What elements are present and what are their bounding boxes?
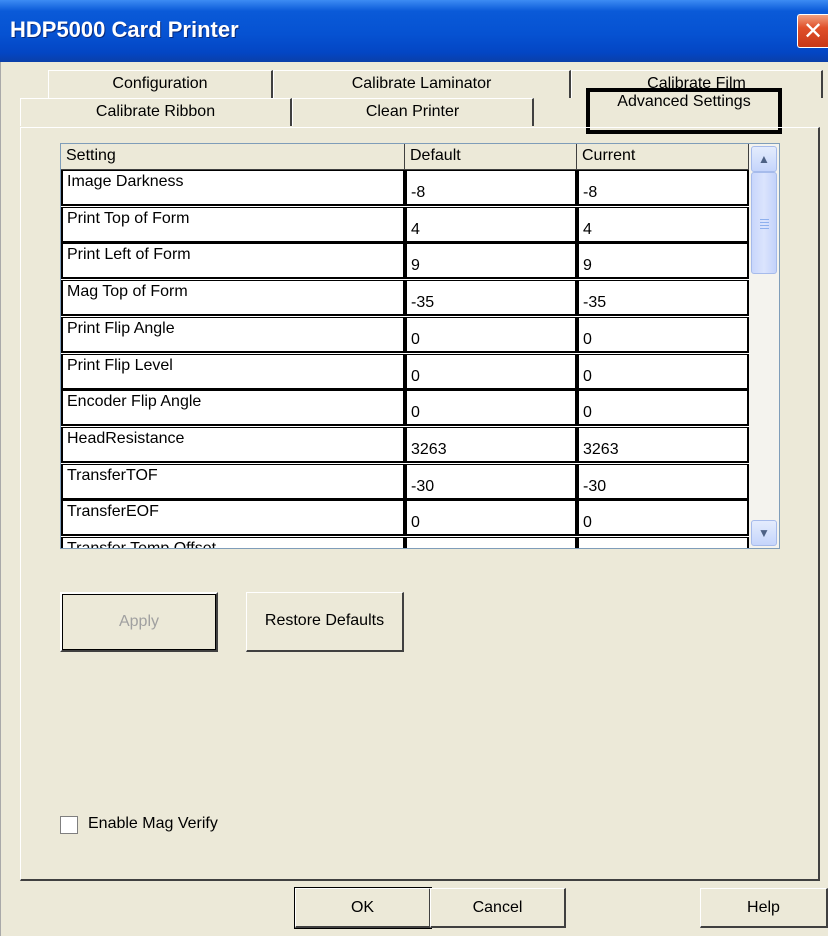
default-value-cell: -8 [405, 170, 577, 206]
default-value-cell: -35 [405, 280, 577, 317]
table-row[interactable]: Mag Top of Form -35 -35 [61, 280, 749, 317]
setting-cell: Image Darkness [61, 170, 405, 206]
setting-cell: Print Flip Angle [61, 316, 405, 353]
default-value-cell: 0 [405, 390, 577, 427]
current-value-cell[interactable]: -35 [577, 280, 749, 317]
close-button[interactable]: ✕ [797, 14, 828, 48]
tab-clean-printer[interactable]: Clean Printer [292, 98, 534, 126]
table-row[interactable]: Print Top of Form 4 4 [61, 206, 749, 244]
chevron-up-icon: ▲ [758, 152, 770, 166]
setting-cell: Print Flip Level [61, 353, 405, 390]
table-row[interactable]: TransferEOF 0 0 [61, 500, 749, 537]
column-header-label: Current [582, 147, 636, 164]
current-value-cell[interactable]: -8 [577, 170, 749, 206]
grip-line [760, 228, 769, 229]
apply-button[interactable]: Apply [60, 592, 218, 652]
table-row[interactable]: HeadResistance 3263 3263 [61, 426, 749, 464]
tab-calibrate-ribbon[interactable]: Calibrate Ribbon [20, 98, 292, 126]
current-value-cell[interactable]: 3263 [577, 426, 749, 463]
setting-cell: Encoder Flip Angle [61, 390, 405, 427]
enable-mag-verify-label[interactable]: Enable Mag Verify [88, 815, 218, 833]
setting-cell: Transfer Temp Offset [61, 537, 405, 548]
current-value-cell[interactable]: -30 [577, 463, 749, 500]
close-icon: ✕ [802, 17, 824, 45]
table-row[interactable]: Print Left of Form 9 9 [61, 243, 749, 280]
column-header-setting[interactable]: Setting [61, 144, 405, 170]
ok-label: OK [350, 899, 375, 916]
current-value-cell[interactable] [577, 537, 749, 548]
apply-label: Apply [118, 613, 160, 630]
column-header-label: Default [410, 147, 461, 164]
current-value-cell[interactable]: 0 [577, 316, 749, 353]
current-value-cell[interactable]: 9 [577, 243, 749, 280]
tab-label: Advanced Settings [617, 93, 751, 110]
default-value-cell: -30 [405, 463, 577, 500]
tab-label: Configuration [112, 75, 208, 92]
tab-label: Calibrate Ribbon [95, 103, 216, 120]
column-header-current[interactable]: Current [577, 144, 749, 170]
setting-cell: Print Left of Form [61, 243, 405, 280]
table-row[interactable]: Encoder Flip Angle 0 0 [61, 390, 749, 427]
vertical-scrollbar[interactable]: ▲ ▼ [749, 144, 779, 548]
setting-cell: Print Top of Form [61, 206, 405, 243]
setting-cell: TransferTOF [61, 463, 405, 500]
table-row[interactable]: Print Flip Angle 0 0 [61, 316, 749, 354]
default-value-cell: 9 [405, 243, 577, 280]
default-value-cell: 3263 [405, 426, 577, 463]
help-label: Help [747, 899, 780, 916]
help-button[interactable]: Help [700, 888, 828, 928]
setting-cell: Mag Top of Form [61, 280, 405, 317]
column-header-default[interactable]: Default [405, 144, 577, 170]
default-value-cell: 0 [405, 316, 577, 353]
restore-defaults-label: Restore Defaults [264, 612, 385, 629]
setting-cell: TransferEOF [61, 500, 405, 537]
chevron-down-icon: ▼ [758, 526, 770, 540]
scroll-down-button[interactable]: ▼ [751, 520, 777, 546]
enable-mag-verify-checkbox[interactable] [60, 816, 78, 834]
tab-label: Clean Printer [365, 103, 460, 120]
column-header-label: Setting [66, 147, 116, 164]
current-value-cell[interactable]: 0 [577, 500, 749, 537]
restore-defaults-button[interactable]: Restore Defaults [246, 592, 404, 652]
table-row[interactable]: Image Darkness -8 -8 [61, 170, 749, 207]
grip-line [760, 225, 769, 226]
ok-button[interactable]: OK [294, 887, 432, 929]
current-value-cell[interactable]: 4 [577, 206, 749, 243]
table-row[interactable]: Transfer Temp Offset [61, 537, 749, 548]
default-value-cell: 0 [405, 353, 577, 390]
tab-configuration[interactable]: Configuration [48, 70, 273, 98]
table-row[interactable]: Print Flip Level 0 0 [61, 353, 749, 391]
tab-calibrate-laminator[interactable]: Calibrate Laminator [273, 70, 571, 98]
scroll-thumb[interactable] [751, 172, 777, 274]
settings-grid[interactable]: Setting Default Current Image Darkness -8… [60, 143, 780, 549]
default-value-cell: 4 [405, 206, 577, 243]
grip-line [760, 219, 769, 220]
window-title: HDP5000 Card Printer [10, 17, 239, 42]
grip-line [760, 222, 769, 223]
current-value-cell[interactable]: 0 [577, 390, 749, 427]
setting-cell: HeadResistance [61, 426, 405, 463]
default-value-cell [405, 537, 577, 548]
table-row[interactable]: TransferTOF -30 -30 [61, 463, 749, 501]
current-value-cell[interactable]: 0 [577, 353, 749, 390]
default-value-cell: 0 [405, 500, 577, 537]
cancel-button[interactable]: Cancel [430, 888, 566, 928]
tab-label: Calibrate Laminator [351, 75, 492, 92]
scroll-up-button[interactable]: ▲ [751, 146, 777, 172]
cancel-label: Cancel [472, 899, 523, 916]
title-bar[interactable]: HDP5000 Card Printer ✕ [0, 0, 828, 62]
